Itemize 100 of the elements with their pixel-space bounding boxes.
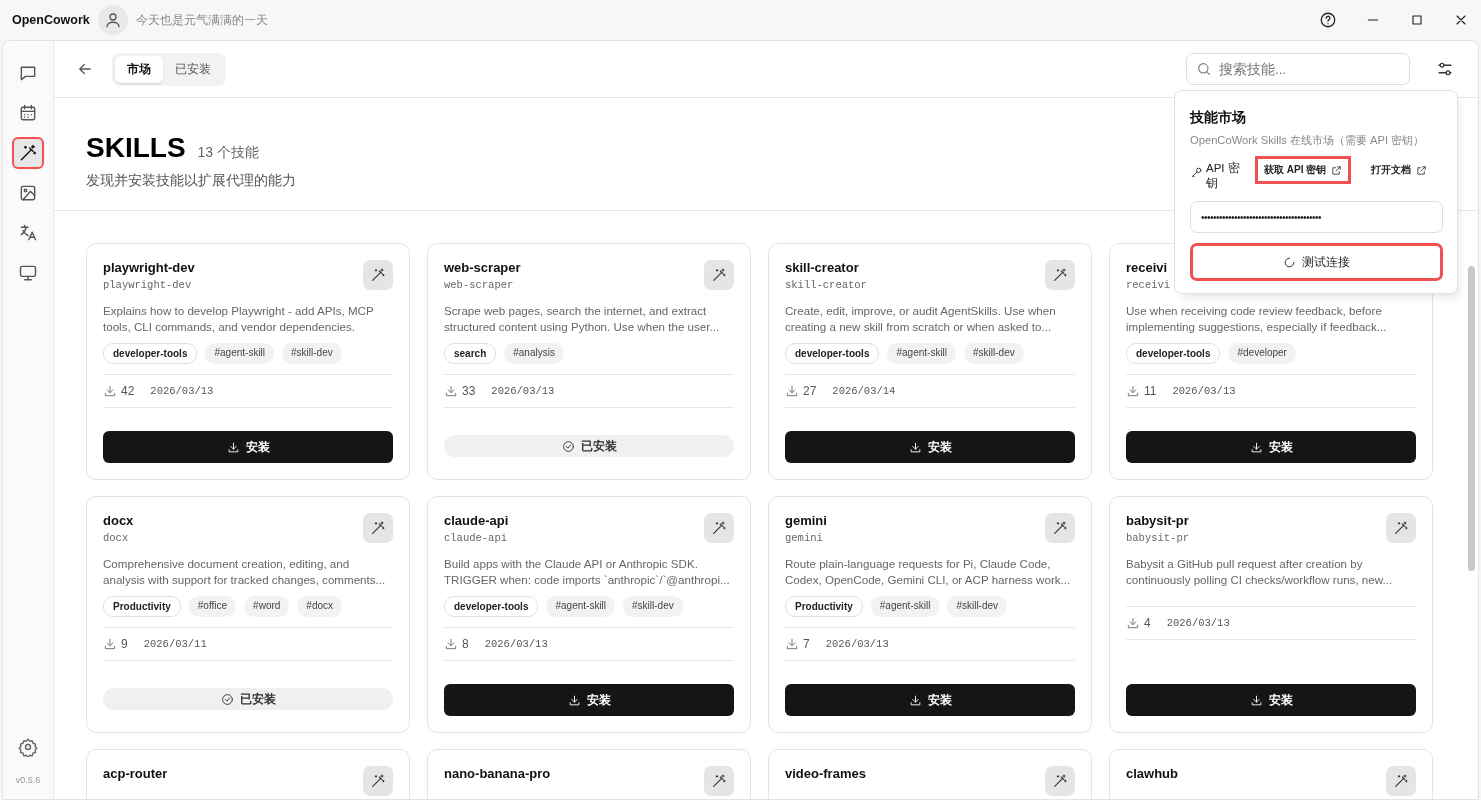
magic-wand-icon xyxy=(1045,513,1075,543)
skill-slug: babysit-pr xyxy=(1126,532,1189,544)
skill-description: Create, edit, improve, or audit AgentSkills. Use when creating a new skill from scratch or when asked to... xyxy=(785,303,1057,335)
tag: developer-tools xyxy=(1126,343,1221,364)
publish-date: 2026/03/13 xyxy=(150,385,214,397)
page-title: SKILLS xyxy=(86,132,186,164)
publish-date: 2026/03/13 xyxy=(484,638,548,650)
publish-date: 2026/03/14 xyxy=(832,385,896,397)
magic-wand-icon xyxy=(363,260,393,290)
download-count: 9 xyxy=(121,637,128,651)
install-button[interactable]: 安装 xyxy=(1126,431,1416,463)
avatar-icon[interactable] xyxy=(97,5,128,35)
translate-icon xyxy=(18,223,38,243)
external-link-icon xyxy=(1416,164,1428,176)
skill-description: Babysit a GitHub pull request after creation by continuously polling CI checks/workflow runs, new... xyxy=(1126,556,1394,588)
skill-slug: claude-api xyxy=(444,532,508,544)
filter-settings-icon[interactable] xyxy=(1436,60,1454,78)
magic-wand-icon xyxy=(363,513,393,543)
magic-wand-icon xyxy=(1386,766,1416,796)
tag: #skill-dev xyxy=(947,596,1008,617)
tag: developer-tools xyxy=(444,596,539,617)
maximize-icon[interactable] xyxy=(1409,12,1425,28)
key-icon xyxy=(1190,166,1203,179)
publish-date: 2026/03/13 xyxy=(825,638,889,650)
tag: search xyxy=(444,343,497,364)
external-link[interactable]: 打开文档 xyxy=(1362,156,1437,184)
install-button[interactable]: 安装 xyxy=(444,684,734,716)
tag: #developer xyxy=(1228,343,1296,364)
search-field[interactable]: 搜索技能... xyxy=(1186,53,1410,85)
scrollbar[interactable] xyxy=(1468,266,1475,571)
magic-wand-icon xyxy=(363,766,393,796)
tab[interactable]: 市场 xyxy=(115,55,163,83)
install-button[interactable]: 安装 xyxy=(103,431,393,463)
download-count: 7 xyxy=(803,637,810,651)
download-icon xyxy=(444,637,458,651)
spinner-icon xyxy=(1283,255,1296,269)
magic-wand-icon xyxy=(1045,260,1075,290)
skill-name: skill-creator xyxy=(785,260,860,275)
download-icon xyxy=(785,637,799,651)
download-icon xyxy=(1249,693,1263,707)
app-title: OpenCowork xyxy=(12,13,90,27)
tag: #docx xyxy=(297,596,343,617)
tag: #agent-skill xyxy=(205,343,275,364)
api-key-field[interactable]: •••••••••••••••••••••••••••••••••••••••• xyxy=(1190,201,1443,233)
popover-subtitle: OpenCoWork Skills 在线市场（需要 API 密钥） xyxy=(1190,133,1426,148)
skill-description: Route plain-language requests for Pi, Claude Code, Codex, OpenCode, Gemini CLI, or ACP harness work... xyxy=(785,556,1072,588)
skill-count: 13 个技能 xyxy=(197,144,260,162)
page-subtitle: 发现并安装技能以扩展代理的能力 xyxy=(86,172,296,190)
publish-date: 2026/03/11 xyxy=(143,638,207,650)
settings-icon[interactable] xyxy=(18,737,38,757)
download-icon xyxy=(567,693,581,707)
skill-name: video-frames xyxy=(785,766,866,781)
skill-name: nano-banana-pro xyxy=(444,766,551,781)
tab[interactable]: 已安装 xyxy=(163,55,223,83)
skill-slug: receivi xyxy=(1126,279,1171,291)
download-icon xyxy=(908,693,922,707)
download-count: 8 xyxy=(462,637,469,651)
magic-wand-icon xyxy=(1386,513,1416,543)
download-count: 42 xyxy=(121,384,135,398)
publish-date: 2026/03/13 xyxy=(1172,385,1236,397)
download-icon xyxy=(1126,616,1140,630)
sidebar-item[interactable] xyxy=(12,137,44,169)
test-connection-button[interactable]: 测试连接 xyxy=(1190,243,1443,281)
monitor-icon xyxy=(18,263,38,283)
download-count: 11 xyxy=(1144,384,1157,398)
skill-slug: gemini xyxy=(785,532,824,544)
installed-button[interactable]: 已安装 xyxy=(444,435,734,457)
install-button[interactable]: 安装 xyxy=(785,684,1075,716)
popover-title: 技能市场 xyxy=(1190,109,1247,127)
tag: developer-tools xyxy=(785,343,880,364)
skill-name: clawhub xyxy=(1126,766,1178,781)
install-button[interactable]: 安装 xyxy=(785,431,1075,463)
image-icon xyxy=(18,183,38,203)
tag: #agent-skill xyxy=(870,596,940,617)
skill-slug: web-scraper xyxy=(444,279,515,291)
greeting-text: 今天也是元气满满的一天 xyxy=(135,11,268,29)
calendar-icon xyxy=(18,103,38,123)
skill-name: gemini xyxy=(785,513,827,528)
skill-slug: skill-creator xyxy=(785,279,867,291)
download-icon xyxy=(1126,384,1140,398)
tag: #skill-dev xyxy=(282,343,342,364)
install-button[interactable]: 安装 xyxy=(1126,684,1416,716)
installed-button[interactable]: 已安装 xyxy=(103,688,393,710)
download-icon xyxy=(908,440,922,454)
skill-name: babysit-pr xyxy=(1126,513,1189,528)
tag: #analysis xyxy=(504,343,564,364)
tag: Productivity xyxy=(785,596,863,617)
tag: #agent-skill xyxy=(887,343,957,364)
magic-wand-icon xyxy=(704,766,734,796)
tag: #word xyxy=(244,596,290,617)
skill-name: claude-api xyxy=(444,513,509,528)
skill-name: docx xyxy=(103,513,134,528)
download-icon xyxy=(103,384,117,398)
check-circle-icon xyxy=(220,692,234,706)
skill-name: acp-router xyxy=(103,766,168,781)
publish-date: 2026/03/13 xyxy=(491,385,555,397)
download-icon xyxy=(103,637,117,651)
magic-wand-icon xyxy=(1045,766,1075,796)
help-icon[interactable] xyxy=(1319,11,1337,29)
external-link[interactable]: 获取 API 密钥 xyxy=(1255,156,1352,184)
